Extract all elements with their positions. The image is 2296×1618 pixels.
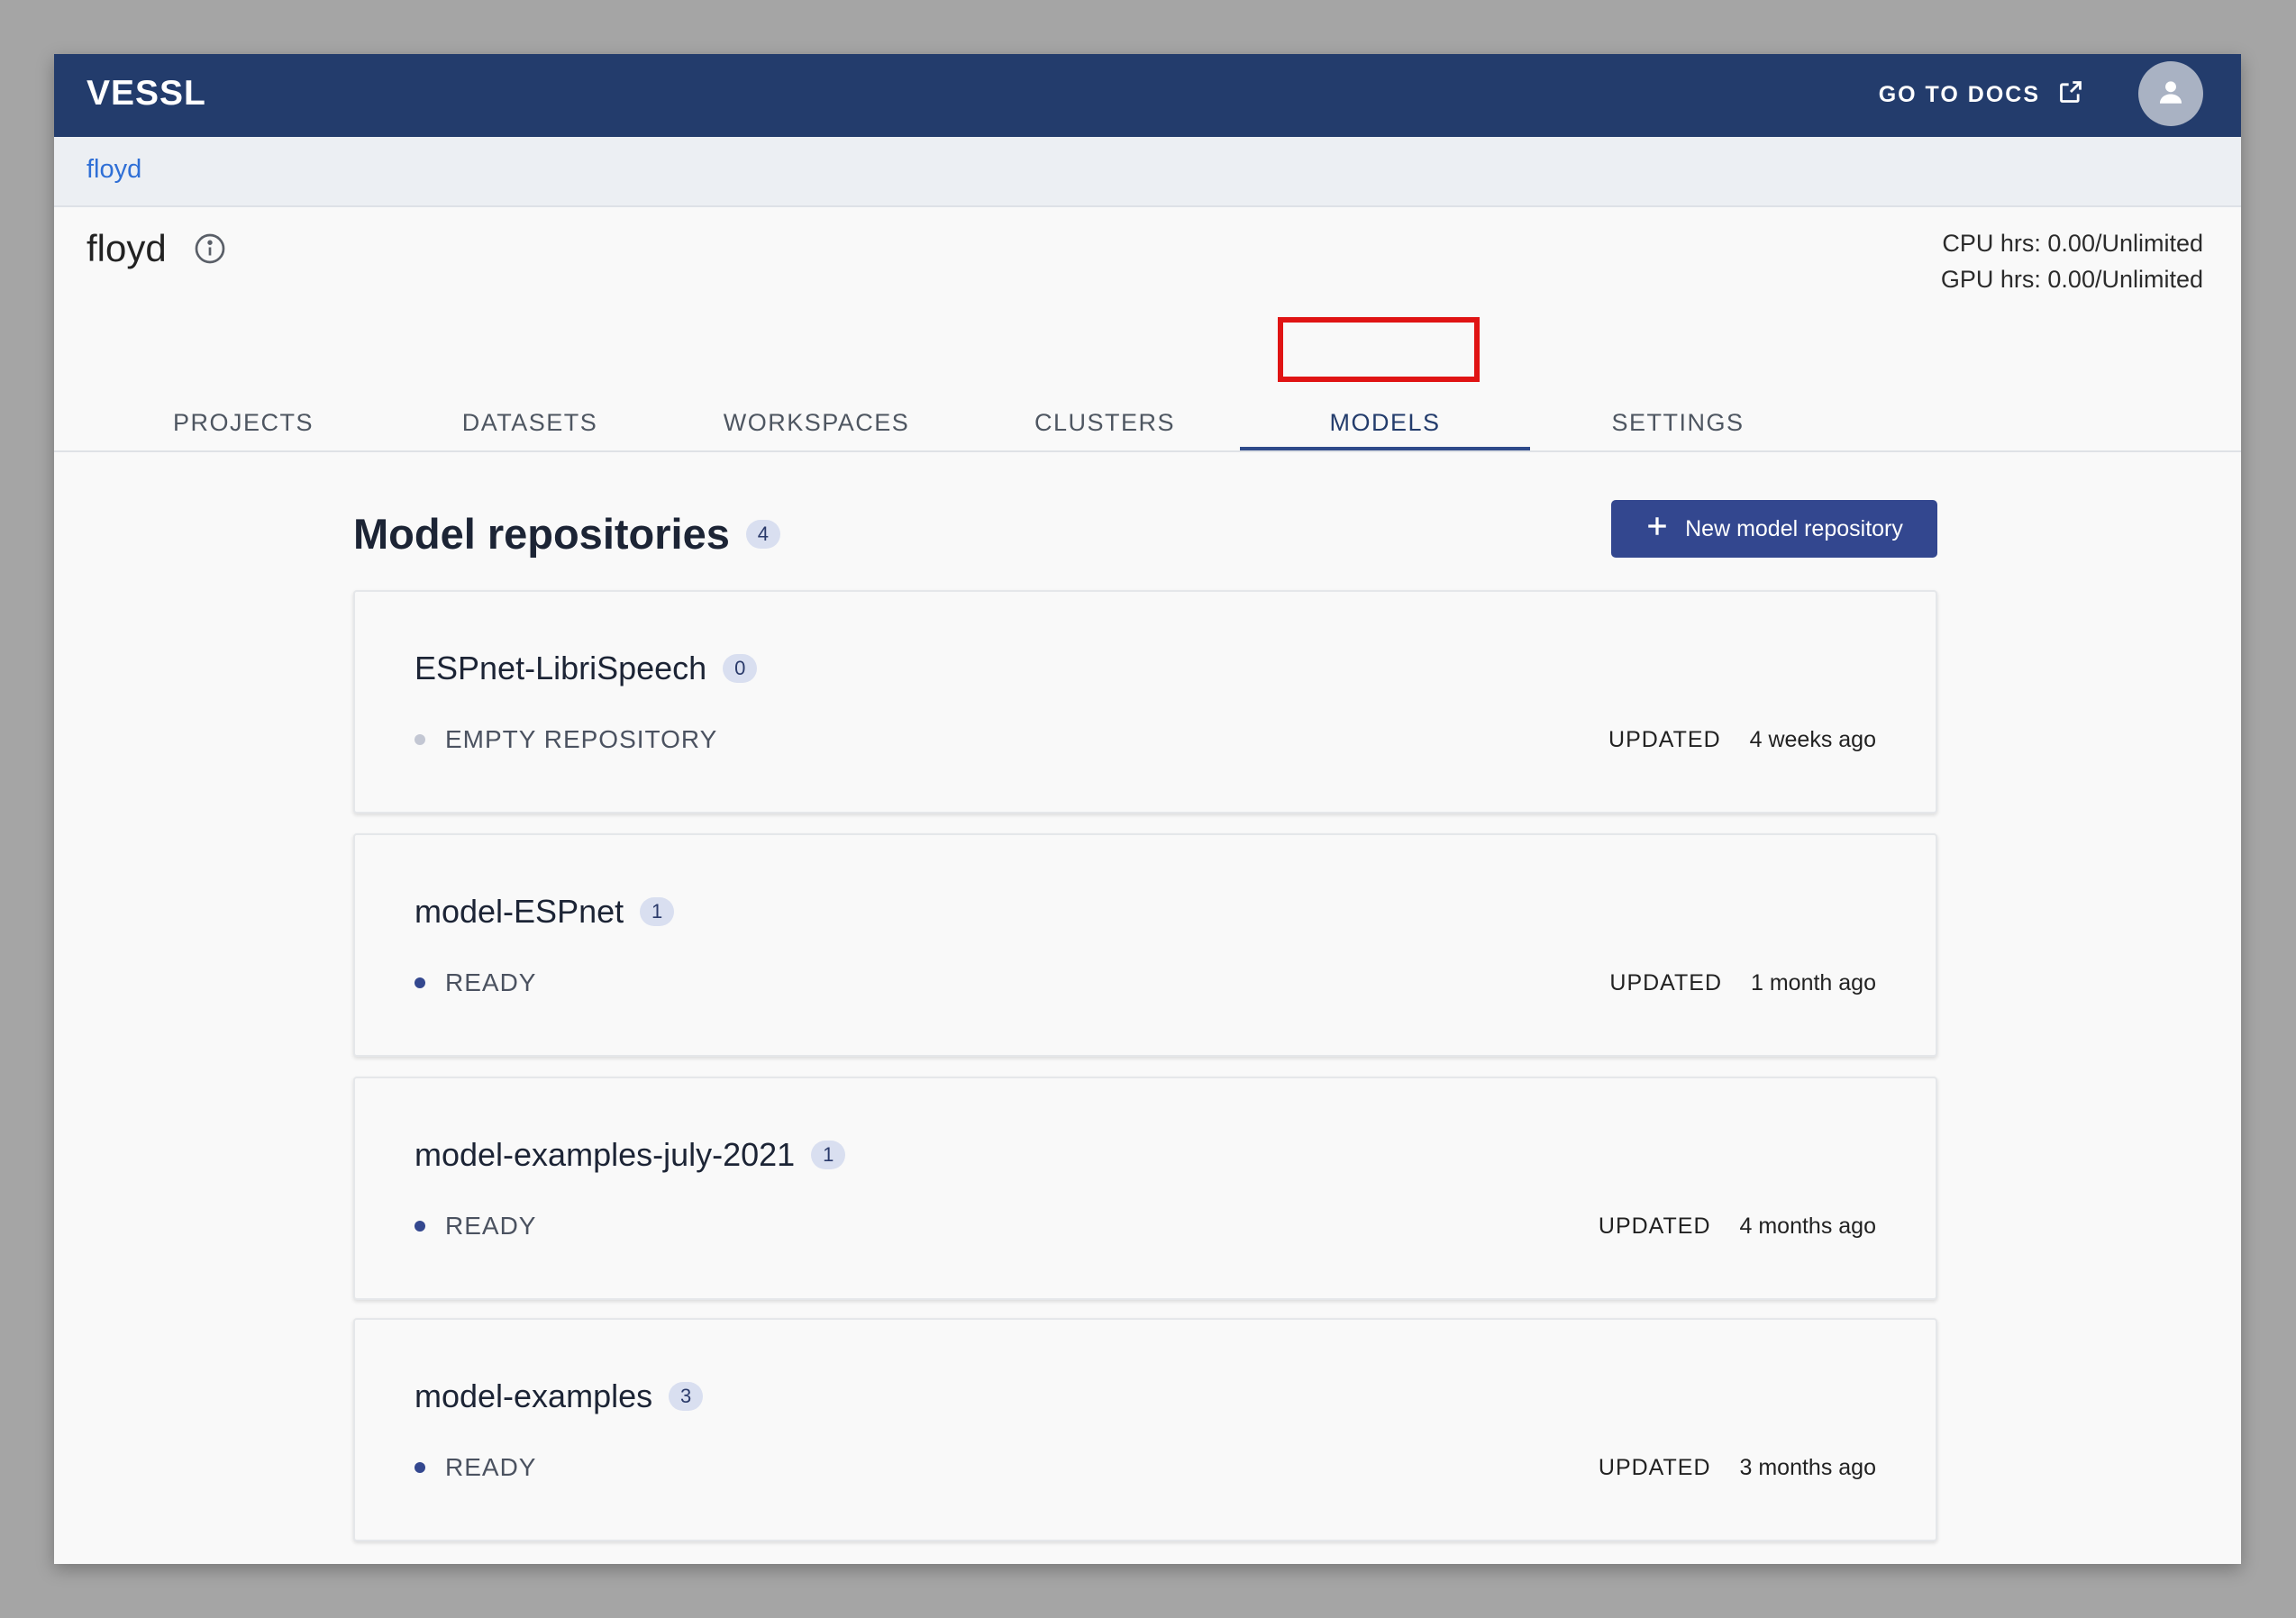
- section-title-group: Model repositories 4: [353, 509, 780, 559]
- status-label: EMPTY REPOSITORY: [445, 725, 718, 753]
- repository-status: READY: [415, 1212, 536, 1241]
- top-navigation-bar: VESSL GO TO DOCS: [54, 54, 2241, 137]
- repository-card[interactable]: model-ESPnet 1 READY UPDATED 1 month ago: [353, 833, 1937, 1057]
- tab-datasets[interactable]: DATASETS: [395, 396, 665, 449]
- section-title: Model repositories: [353, 510, 730, 558]
- status-dot: [415, 734, 425, 745]
- repository-status: EMPTY REPOSITORY: [415, 725, 717, 754]
- tab-projects[interactable]: PROJECTS: [108, 396, 378, 449]
- external-link-icon: [2058, 79, 2083, 111]
- model-count-badge: 3: [669, 1382, 704, 1411]
- tab-clusters[interactable]: CLUSTERS: [970, 396, 1240, 449]
- tab-models[interactable]: MODELS: [1240, 396, 1530, 450]
- tab-datasets-label: DATASETS: [461, 408, 598, 436]
- tab-projects-label: PROJECTS: [172, 408, 314, 436]
- tab-workspaces[interactable]: WORKSPACES: [681, 396, 952, 449]
- repository-card[interactable]: model-examples 3 READY UPDATED 3 months …: [353, 1318, 1937, 1541]
- updated-label: UPDATED: [1609, 970, 1722, 995]
- gpu-usage: GPU hrs: 0.00/Unlimited: [1940, 266, 2203, 293]
- updated-time: 1 month ago: [1751, 970, 1876, 995]
- status-dot: [415, 977, 425, 988]
- updated-label: UPDATED: [1598, 1455, 1711, 1480]
- repository-updated: UPDATED 1 month ago: [1609, 970, 1876, 996]
- app-window: VESSL GO TO DOCS floyd floyd CPU hrs: 0.…: [54, 54, 2241, 1564]
- status-dot: [415, 1462, 425, 1473]
- repository-name: model-examples: [415, 1377, 653, 1414]
- status-label: READY: [445, 1453, 537, 1481]
- model-count-badge: 0: [723, 654, 758, 683]
- repository-updated: UPDATED 4 weeks ago: [1608, 727, 1876, 753]
- breadcrumb-org-link[interactable]: floyd: [87, 155, 141, 185]
- tab-clusters-label: CLUSTERS: [1034, 408, 1176, 436]
- go-to-docs-link[interactable]: GO TO DOCS: [1879, 79, 2083, 111]
- repository-name: model-ESPnet: [415, 893, 624, 930]
- repository-name-group: ESPnet-LibriSpeech 0: [415, 650, 758, 687]
- org-name: floyd: [87, 227, 167, 269]
- cpu-usage: CPU hrs: 0.00/Unlimited: [1942, 230, 2203, 257]
- repository-card[interactable]: ESPnet-LibriSpeech 0 EMPTY REPOSITORY UP…: [353, 590, 1937, 814]
- go-to-docs-label: GO TO DOCS: [1878, 82, 2040, 107]
- plus-icon: [1645, 514, 1669, 544]
- new-model-repository-label: New model repository: [1685, 515, 1903, 541]
- app-logo[interactable]: VESSL: [87, 74, 206, 114]
- repository-status: READY: [415, 968, 536, 997]
- repository-name: model-examples-july-2021: [415, 1136, 796, 1173]
- user-icon: [2155, 77, 2186, 112]
- usage-summary: CPU hrs: 0.00/Unlimited GPU hrs: 0.00/Un…: [1941, 225, 2203, 297]
- org-title: floyd: [87, 227, 226, 270]
- repository-name-group: model-examples 3: [415, 1377, 704, 1415]
- updated-time: 3 months ago: [1739, 1455, 1877, 1480]
- section-header: Model repositories 4 New model repositor…: [353, 500, 1937, 568]
- tab-models-label: MODELS: [1329, 408, 1441, 436]
- model-count-badge: 1: [640, 897, 675, 926]
- new-model-repository-button[interactable]: New model repository: [1611, 500, 1937, 558]
- updated-label: UPDATED: [1598, 1214, 1711, 1239]
- repository-status: READY: [415, 1453, 536, 1482]
- status-label: READY: [445, 968, 537, 996]
- tab-settings-label: SETTINGS: [1611, 408, 1745, 436]
- user-avatar[interactable]: [2138, 61, 2203, 126]
- repository-count-badge: 4: [745, 519, 780, 549]
- updated-time: 4 months ago: [1739, 1214, 1877, 1239]
- repository-name: ESPnet-LibriSpeech: [415, 650, 707, 686]
- updated-label: UPDATED: [1608, 727, 1721, 752]
- repository-updated: UPDATED 4 months ago: [1599, 1214, 1876, 1240]
- tab-settings[interactable]: SETTINGS: [1543, 396, 1813, 449]
- status-label: READY: [445, 1212, 537, 1240]
- repository-name-group: model-examples-july-2021 1: [415, 1136, 846, 1174]
- tab-workspaces-label: WORKSPACES: [723, 408, 910, 436]
- repository-card[interactable]: model-examples-july-2021 1 READY UPDATED…: [353, 1077, 1937, 1300]
- model-count-badge: 1: [811, 1141, 846, 1169]
- info-icon[interactable]: [194, 232, 226, 265]
- updated-time: 4 weeks ago: [1749, 727, 1876, 752]
- repository-name-group: model-ESPnet 1: [415, 893, 675, 931]
- status-dot: [415, 1221, 425, 1232]
- breadcrumb: floyd: [54, 137, 2241, 207]
- repository-updated: UPDATED 3 months ago: [1599, 1455, 1876, 1481]
